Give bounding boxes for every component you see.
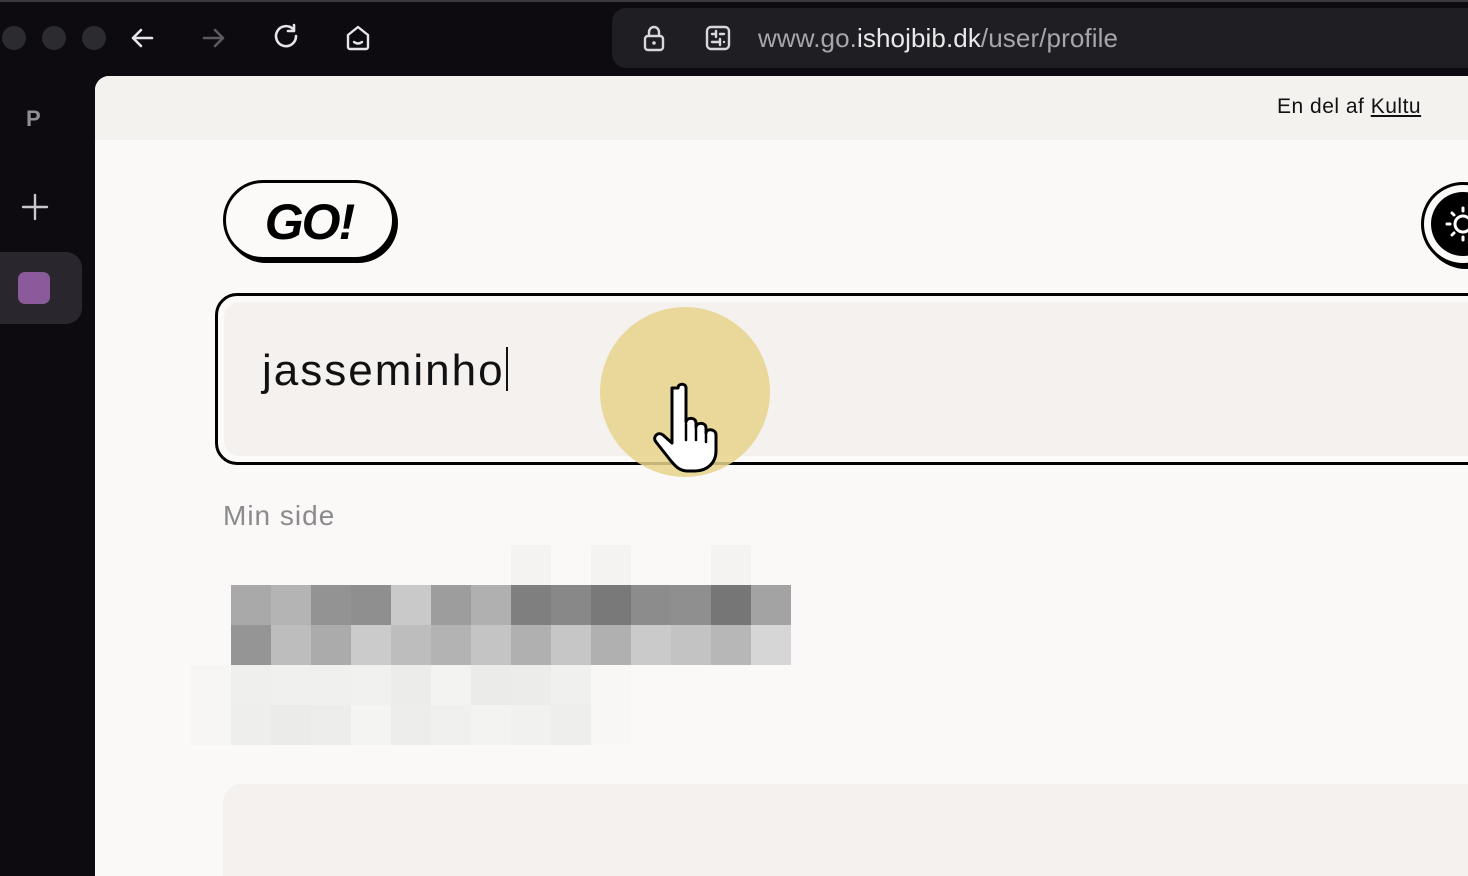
url-prefix: www.go. — [758, 23, 857, 53]
plus-icon — [21, 193, 49, 221]
address-bar[interactable]: www.go.ishojbib.dk/user/profile — [612, 8, 1468, 68]
redacted-pixel — [271, 665, 311, 705]
redacted-pixel — [231, 585, 271, 625]
url-text[interactable]: www.go.ishojbib.dk/user/profile — [758, 23, 1118, 54]
section-heading: Min side — [223, 500, 336, 531]
redacted-pixel — [431, 625, 471, 665]
redacted-pixel — [471, 625, 511, 665]
url-host: ishojbib.dk — [856, 23, 981, 53]
redacted-pixel — [231, 625, 271, 665]
redacted-pixel — [711, 625, 751, 665]
redacted-pixel — [551, 625, 591, 665]
redacted-pixel — [431, 665, 471, 705]
redacted-pixel — [511, 585, 551, 625]
redacted-pixel — [351, 585, 391, 625]
redacted-pixel — [551, 665, 591, 705]
redacted-pixel — [311, 625, 351, 665]
reload-button[interactable] — [270, 22, 302, 54]
url-path: /user/profile — [980, 23, 1119, 53]
window-close-button[interactable] — [2, 26, 26, 50]
site-top-strip: En del af Kultu — [95, 76, 1468, 140]
window-minimize-button[interactable] — [42, 26, 66, 50]
forward-button[interactable] — [198, 22, 230, 54]
new-tab-button[interactable] — [18, 190, 52, 224]
redacted-pixel — [511, 625, 551, 665]
redacted-pixel — [711, 585, 751, 625]
window-top-border — [0, 0, 1468, 2]
redacted-pixel — [671, 585, 711, 625]
home-button[interactable] — [342, 22, 374, 54]
window-zoom-button[interactable] — [82, 26, 106, 50]
redacted-pixel — [551, 705, 591, 745]
redacted-pixel — [551, 545, 591, 585]
redacted-pixel — [391, 705, 431, 745]
redacted-pixel — [391, 585, 431, 625]
logo-text: GO! — [264, 194, 355, 250]
redacted-pixel — [631, 545, 671, 585]
partner-text: En del af — [1277, 95, 1365, 118]
redacted-pixel — [511, 665, 551, 705]
redacted-pixel — [591, 585, 631, 625]
web-page: En del af Kultu GO! jasseminho Min side — [95, 76, 1468, 876]
redacted-pixel — [631, 625, 671, 665]
sun-icon — [1431, 192, 1468, 256]
redacted-pixel — [311, 665, 351, 705]
redacted-pixel — [511, 705, 551, 745]
redacted-pixel — [471, 705, 511, 745]
redacted-pixel — [671, 545, 711, 585]
redacted-pixel — [591, 705, 631, 745]
redacted-pixel — [311, 705, 351, 745]
redacted-pixel — [631, 585, 671, 625]
redacted-pixel — [671, 625, 711, 665]
redacted-pixel — [471, 585, 511, 625]
search-input-value: jasseminho — [262, 346, 508, 396]
profile-card — [223, 784, 1468, 876]
search-text: jasseminho — [262, 346, 505, 395]
redacted-pixel — [311, 585, 351, 625]
redacted-pixel — [431, 585, 471, 625]
redacted-pixel — [191, 705, 231, 745]
profile-letter[interactable]: P — [26, 106, 41, 132]
text-caret — [505, 347, 508, 391]
back-arrow-icon — [131, 28, 154, 48]
redacted-pixel — [751, 625, 791, 665]
search-input[interactable]: jasseminho — [215, 293, 1468, 465]
partner-link[interactable]: Kultu — [1371, 95, 1421, 118]
redacted-pixel — [591, 625, 631, 665]
browser-toolbar: www.go.ishojbib.dk/user/profile — [0, 0, 1468, 76]
theme-toggle-button[interactable] — [1421, 182, 1468, 266]
redacted-pixel — [231, 665, 271, 705]
redacted-pixel — [191, 665, 231, 705]
redacted-pixel — [391, 625, 431, 665]
redacted-pixel — [711, 545, 751, 585]
redacted-pixel — [271, 705, 311, 745]
hand-pointer-icon — [650, 380, 734, 474]
redacted-pixel — [271, 585, 311, 625]
site-settings-icon[interactable] — [702, 22, 734, 54]
reload-icon — [274, 23, 298, 48]
redacted-pixel — [511, 545, 551, 585]
redacted-pixel — [591, 665, 631, 705]
redacted-pixel — [351, 705, 391, 745]
redacted-pixel — [351, 625, 391, 665]
redacted-pixel — [471, 665, 511, 705]
home-icon — [346, 25, 370, 51]
redacted-pixel — [431, 705, 471, 745]
redacted-pixel — [551, 585, 591, 625]
redacted-pixel — [391, 665, 431, 705]
sidebar-active-tab[interactable] — [0, 252, 82, 324]
redacted-pixel — [591, 545, 631, 585]
tab-favicon — [18, 272, 50, 304]
redacted-pixel — [231, 705, 271, 745]
site-logo[interactable]: GO! — [223, 180, 395, 260]
redacted-pixel — [351, 665, 391, 705]
redacted-pixel — [271, 625, 311, 665]
partner-notice: En del af Kultu — [1277, 95, 1421, 119]
forward-arrow-icon — [202, 28, 225, 48]
redacted-pixel — [751, 585, 791, 625]
back-button[interactable] — [126, 22, 158, 54]
lock-icon[interactable] — [638, 22, 670, 54]
